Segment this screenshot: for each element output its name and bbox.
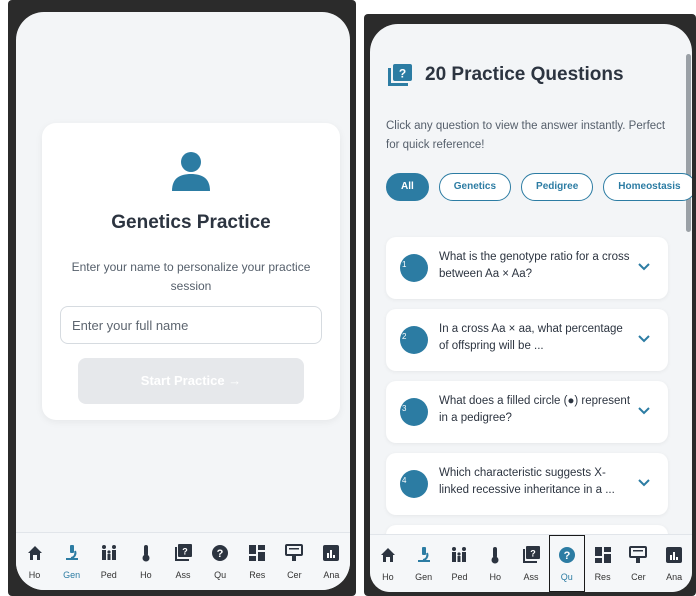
nav-label: Ass — [523, 572, 539, 582]
certificate-icon — [285, 544, 304, 561]
nav-item-dashboard[interactable]: Res — [585, 535, 621, 592]
card-title: Genetics Practice — [111, 212, 271, 233]
nav-label: Res — [249, 570, 266, 580]
nav-label: Cer — [287, 570, 302, 580]
scrollbar-thumb[interactable] — [686, 54, 691, 232]
bottom-nav: Ho Gen Ped Ho? Ass? Qu Res Cer Ana — [16, 532, 350, 590]
dashboard-icon — [249, 545, 266, 561]
home-icon — [380, 548, 395, 562]
microscope-icon — [417, 547, 430, 562]
dashboard-icon — [594, 547, 611, 563]
nav-item-family[interactable]: Ped — [90, 533, 127, 590]
scrollbar[interactable] — [686, 36, 692, 556]
nav-label: Cer — [631, 572, 646, 582]
nav-item-certificate[interactable]: Cer — [276, 533, 313, 590]
chevron-down-icon[interactable] — [638, 263, 650, 271]
nav-label: Qu — [214, 570, 227, 580]
start-practice-button[interactable]: Start Practice → — [78, 358, 304, 404]
filter-chip-genetics[interactable]: Genetics — [438, 173, 512, 201]
question-text: What does a filled circle (●) represent … — [439, 395, 631, 424]
question-list: 1 What is the genotype ratio for a cross … — [386, 237, 668, 565]
question-number-badge: 4 — [400, 470, 428, 498]
nav-item-question-circle[interactable]: ? Qu — [548, 535, 585, 592]
question-text: Which characteristic suggests X-linked r… — [439, 467, 615, 496]
nav-label: Gen — [63, 570, 81, 580]
question-text: What is the genotype ratio for a cross b… — [439, 251, 630, 280]
nav-label: Qu — [560, 572, 573, 582]
user-icon — [172, 152, 210, 191]
question-number-badge: 1 — [400, 254, 428, 282]
question-text: In a cross Aa × aa, what percentage of o… — [439, 323, 623, 352]
question-number-badge: 3 — [400, 398, 428, 426]
name-entry-card: Genetics Practice Enter your name to per… — [42, 123, 340, 420]
nav-item-thermometer[interactable]: Ho — [127, 533, 164, 590]
chevron-down-icon[interactable] — [638, 479, 650, 487]
svg-text:?: ? — [530, 549, 536, 559]
name-entry-screen: Genetics Practice Enter your name to per… — [16, 12, 350, 590]
nav-label: Ped — [100, 570, 117, 580]
nav-item-chart[interactable]: Ana — [313, 533, 350, 590]
svg-text:?: ? — [217, 548, 224, 560]
microscope-icon — [65, 545, 78, 560]
full-name-input[interactable] — [60, 306, 322, 344]
nav-item-question-book[interactable]: ? Ass — [164, 533, 201, 590]
nav-item-question-circle[interactable]: ? Qu — [202, 533, 239, 590]
nav-item-family[interactable]: Ped — [442, 535, 478, 592]
nav-label: Ass — [175, 570, 191, 580]
nav-label: Res — [594, 572, 611, 582]
chevron-down-icon[interactable] — [638, 407, 650, 415]
nav-item-thermometer[interactable]: Ho — [477, 535, 513, 592]
chart-icon — [323, 545, 340, 561]
page-title: 20 Practice Questions — [425, 64, 624, 85]
question-circle-icon: ? — [212, 545, 229, 561]
nav-label: Ana — [323, 570, 340, 580]
nav-label: Ana — [666, 572, 683, 582]
question-circle-icon: ? — [558, 547, 575, 563]
certificate-icon — [629, 546, 648, 563]
phone-frame-right: ? 20 Practice Questions Click any questi… — [364, 14, 696, 596]
questions-screen: ? 20 Practice Questions Click any questi… — [370, 24, 692, 592]
nav-item-home[interactable]: Ho — [370, 535, 406, 592]
nav-label: Gen — [415, 572, 433, 582]
svg-text:?: ? — [399, 67, 406, 81]
svg-text:?: ? — [563, 550, 570, 562]
question-book-icon: ? — [174, 544, 192, 561]
nav-item-microscope[interactable]: Gen — [53, 533, 90, 590]
thermometer-icon — [142, 545, 150, 562]
nav-label: Ho — [140, 570, 152, 580]
filter-chips: All Genetics Pedigree Homeostasis — [386, 173, 692, 201]
family-icon — [101, 545, 116, 560]
chart-icon — [666, 547, 683, 563]
filter-chip-homeostasis[interactable]: Homeostasis — [603, 173, 692, 201]
question-number-badge: 2 — [400, 326, 428, 354]
question-card[interactable]: 4 Which characteristic suggests X-linked … — [386, 453, 668, 515]
question-book-icon: ? — [523, 546, 541, 563]
thermometer-icon — [491, 547, 499, 564]
bottom-nav: Ho Gen Ped Ho? Ass? Qu Res Cer Ana — [370, 534, 692, 592]
nav-label: Ho — [489, 572, 501, 582]
chevron-down-icon[interactable] — [638, 335, 650, 343]
page-description: Click any question to view the answer in… — [386, 120, 666, 151]
question-card[interactable]: 1 What is the genotype ratio for a cross … — [386, 237, 668, 299]
nav-item-dashboard[interactable]: Res — [239, 533, 276, 590]
question-book-icon: ? — [388, 64, 412, 86]
nav-label: Ped — [451, 572, 468, 582]
filter-chip-all[interactable]: All — [386, 173, 429, 201]
nav-item-chart[interactable]: Ana — [656, 535, 692, 592]
question-card[interactable]: 3 What does a filled circle (●) represent… — [386, 381, 668, 443]
nav-item-question-book[interactable]: ? Ass — [513, 535, 549, 592]
svg-text:?: ? — [182, 547, 188, 557]
family-icon — [452, 547, 467, 562]
question-card[interactable]: 2 In a cross Aa × aa, what percentage of … — [386, 309, 668, 371]
nav-label: Ho — [382, 572, 394, 582]
nav-item-microscope[interactable]: Gen — [406, 535, 442, 592]
nav-item-certificate[interactable]: Cer — [620, 535, 656, 592]
filter-chip-pedigree[interactable]: Pedigree — [521, 173, 594, 201]
phone-frame-left: Genetics Practice Enter your name to per… — [8, 0, 356, 596]
card-subtitle: Enter your name to personalize your prac… — [71, 260, 311, 293]
home-icon — [27, 546, 42, 560]
nav-label: Ho — [28, 570, 41, 580]
nav-item-home[interactable]: Ho — [16, 533, 53, 590]
